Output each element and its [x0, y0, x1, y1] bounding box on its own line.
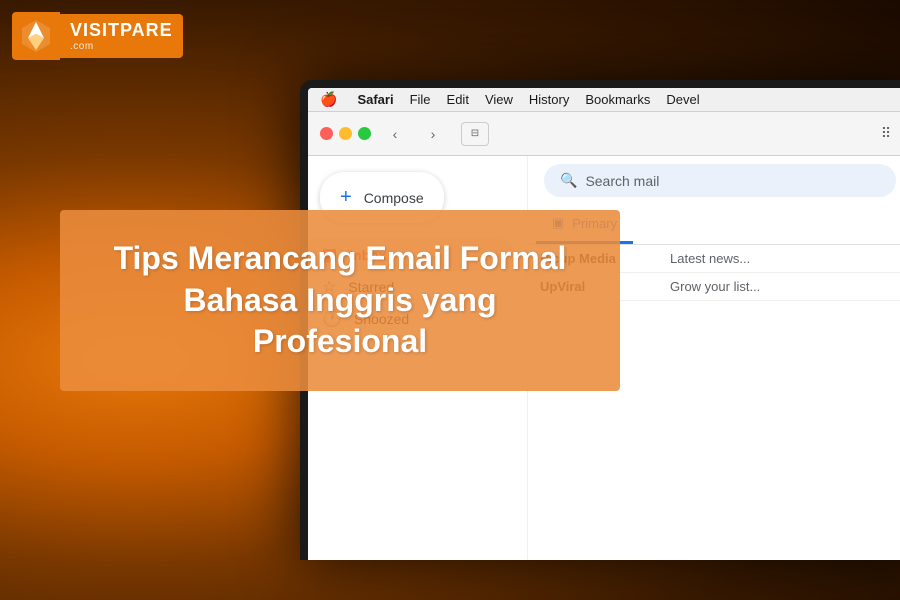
menu-edit[interactable]: Edit	[447, 92, 469, 107]
traffic-lights	[320, 127, 371, 140]
email-subject: Latest news...	[670, 251, 900, 266]
menu-history[interactable]: History	[529, 92, 569, 107]
logo-icon	[20, 18, 52, 54]
menu-safari[interactable]: Safari	[357, 92, 393, 107]
logo-badge	[12, 12, 60, 60]
menu-bookmarks[interactable]: Bookmarks	[585, 92, 650, 107]
maximize-button[interactable]	[358, 127, 371, 140]
overlay-title-line2: Bahasa Inggris yang Profesional	[184, 282, 497, 360]
forward-button[interactable]: ›	[419, 122, 447, 146]
menu-develop[interactable]: Devel	[666, 92, 699, 107]
search-icon: 🔍	[560, 172, 577, 189]
minimize-button[interactable]	[339, 127, 352, 140]
menu-file[interactable]: File	[410, 92, 431, 107]
gmail-search-bar[interactable]: 🔍 Search mail	[544, 164, 896, 197]
close-button[interactable]	[320, 127, 333, 140]
visitpare-logo: VISITPARE .com	[12, 12, 183, 60]
apple-logo-icon: 🍎	[320, 91, 337, 108]
logo-name: VISITPARE	[70, 20, 173, 41]
search-placeholder: Search mail	[585, 173, 659, 189]
safari-toolbar: ‹ › ⊟ ⠿	[308, 112, 900, 156]
logo-domain: .com	[70, 41, 173, 52]
compose-label: Compose	[364, 190, 424, 206]
macos-menubar: 🍎 Safari File Edit View History Bookmark…	[308, 88, 900, 112]
new-tab-grid-icon[interactable]: ⠿	[872, 122, 900, 146]
overlay-title: Tips Merancang Email Formal Bahasa Inggr…	[92, 238, 588, 363]
overlay-title-line1: Tips Merancang Email Formal	[114, 240, 567, 276]
logo-text-box: VISITPARE .com	[60, 14, 183, 58]
back-button[interactable]: ‹	[381, 122, 409, 146]
overlay-banner: Tips Merancang Email Formal Bahasa Inggr…	[60, 210, 620, 391]
compose-plus-icon: +	[340, 186, 352, 209]
tab-overview-icon[interactable]: ⊟	[461, 122, 489, 146]
menu-view[interactable]: View	[485, 92, 513, 107]
email-subject: Grow your list...	[670, 279, 900, 294]
